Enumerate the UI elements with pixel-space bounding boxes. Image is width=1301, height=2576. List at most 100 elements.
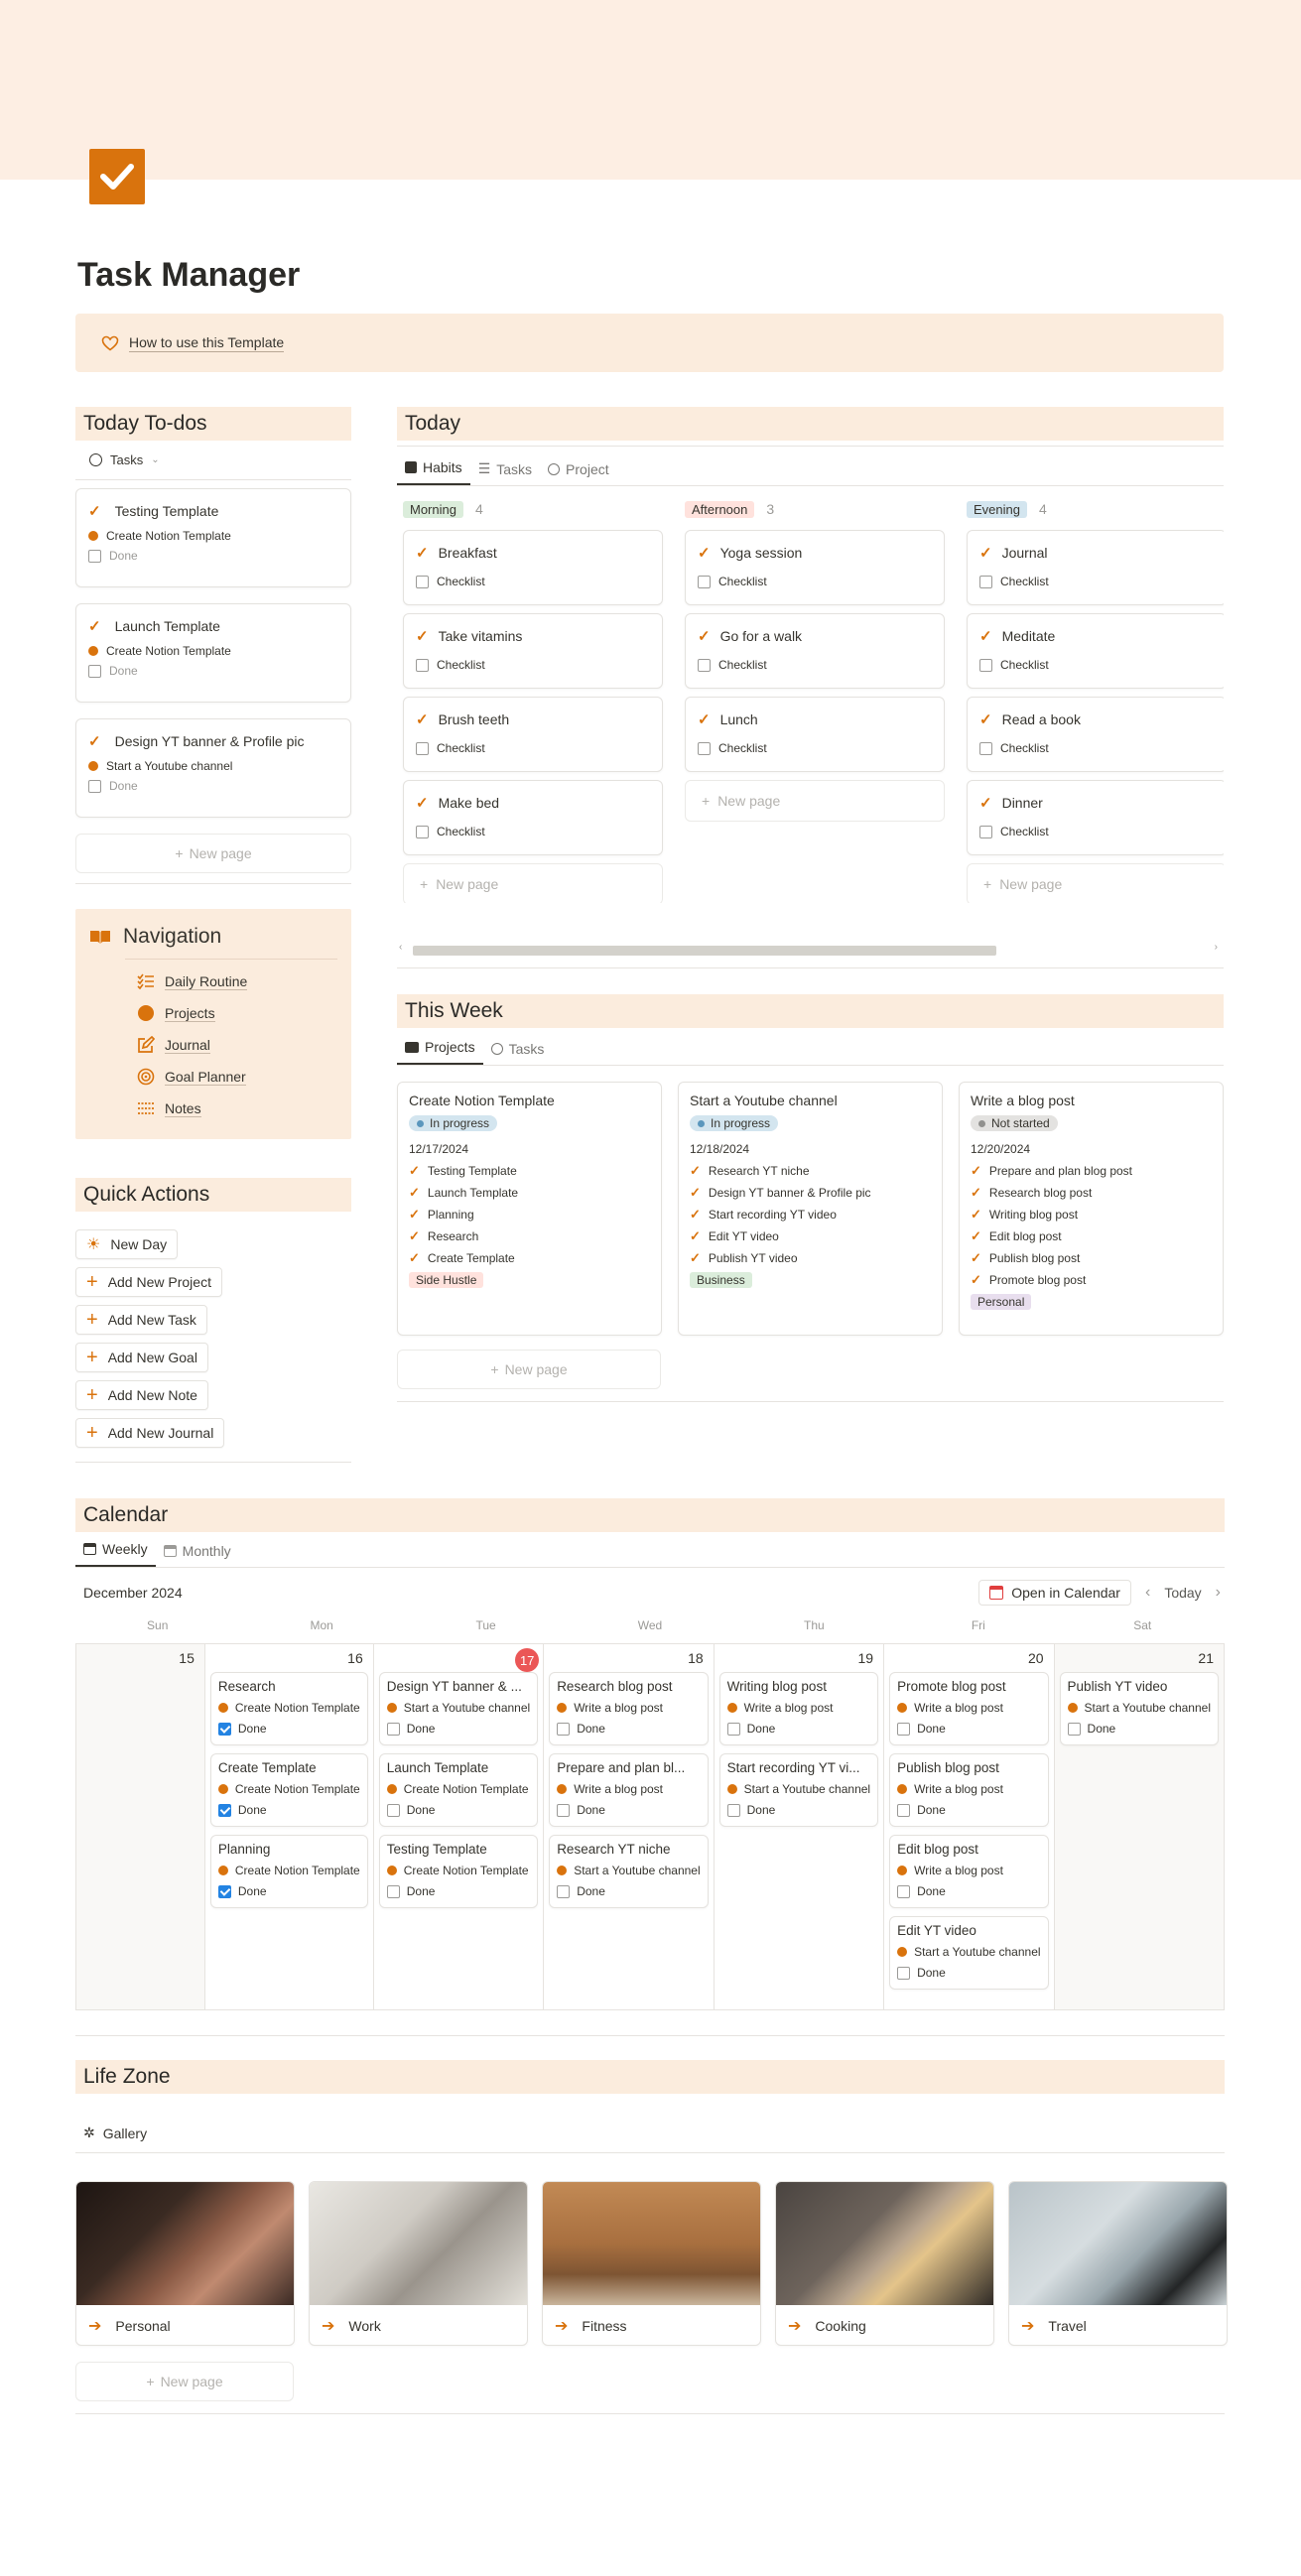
calendar-day-16[interactable]: 16 Research Create Notion Template Done Cr… bbox=[205, 1644, 374, 2009]
done-checkbox[interactable] bbox=[557, 1803, 571, 1817]
done-checkbox[interactable] bbox=[386, 1722, 400, 1736]
calendar-event[interactable]: Prepare and plan bl... Write a blog post… bbox=[549, 1753, 709, 1827]
done-checkbox[interactable] bbox=[217, 1884, 231, 1898]
today-button[interactable]: Today bbox=[1164, 1585, 1201, 1601]
habit-card[interactable]: ✓ Take vitamins Checklist bbox=[403, 613, 663, 689]
calendar-event[interactable]: Testing Template Create Notion Template … bbox=[378, 1835, 539, 1908]
project-card[interactable]: Create Notion Template In progress 12/17… bbox=[397, 1082, 662, 1336]
gallery-card-cooking[interactable]: ➔ Cooking bbox=[775, 2181, 994, 2346]
calendar-event[interactable]: Research blog post Write a blog post Don… bbox=[549, 1672, 709, 1745]
quick-action-new-day-button[interactable]: ☀ New Day bbox=[75, 1229, 179, 1259]
calendar-event[interactable]: Start recording YT vi... Start a Youtube… bbox=[718, 1753, 879, 1827]
done-checkbox[interactable] bbox=[897, 1803, 911, 1817]
quick-action-add-new-note-button[interactable]: + Add New Note bbox=[75, 1380, 208, 1410]
week-new-page-button[interactable]: + New page bbox=[397, 1350, 661, 1389]
gallery-card-fitness[interactable]: ➔ Fitness bbox=[542, 2181, 761, 2346]
quick-action-add-new-project-button[interactable]: + Add New Project bbox=[75, 1267, 222, 1297]
done-checkbox[interactable] bbox=[897, 1966, 911, 1980]
done-checkbox[interactable] bbox=[386, 1803, 400, 1817]
checklist-checkbox[interactable] bbox=[979, 658, 992, 672]
checklist-checkbox[interactable] bbox=[698, 741, 711, 755]
checklist-checkbox[interactable] bbox=[416, 575, 429, 588]
quick-action-add-new-task-button[interactable]: + Add New Task bbox=[75, 1305, 207, 1335]
done-checkbox[interactable] bbox=[897, 1722, 911, 1736]
habit-new-page-button[interactable]: + New page bbox=[403, 863, 663, 903]
project-card[interactable]: Write a blog post Not started 12/20/2024… bbox=[959, 1082, 1224, 1336]
gallery-card-travel[interactable]: ➔ Travel bbox=[1008, 2181, 1228, 2346]
next-week-icon[interactable]: › bbox=[1216, 1584, 1221, 1602]
habit-card[interactable]: ✓ Meditate Checklist bbox=[967, 613, 1224, 689]
done-checkbox[interactable] bbox=[386, 1884, 400, 1898]
done-checkbox[interactable] bbox=[217, 1803, 231, 1817]
checkmark-page-icon[interactable] bbox=[89, 149, 145, 204]
tab-project[interactable]: Project bbox=[540, 446, 617, 485]
done-checkbox[interactable] bbox=[557, 1884, 571, 1898]
habit-new-page-button[interactable]: + New page bbox=[685, 780, 945, 822]
nav-item-goal-planner[interactable]: Goal Planner bbox=[137, 1061, 337, 1093]
nav-item-daily-routine[interactable]: Daily Routine bbox=[137, 966, 337, 997]
done-checkbox[interactable] bbox=[726, 1722, 740, 1736]
quick-action-add-new-journal-button[interactable]: + Add New Journal bbox=[75, 1418, 225, 1448]
habit-card[interactable]: ✓ Dinner Checklist bbox=[967, 780, 1224, 855]
how-to-use-link[interactable]: How to use this Template bbox=[129, 333, 285, 352]
checklist-checkbox[interactable] bbox=[698, 575, 711, 588]
calendar-event[interactable]: Promote blog post Write a blog post Done bbox=[889, 1672, 1049, 1745]
calendar-event[interactable]: Edit blog post Write a blog post Done bbox=[889, 1835, 1049, 1908]
tab-monthly[interactable]: Monthly bbox=[156, 1527, 239, 1567]
habit-card[interactable]: ✓ Yoga session Checklist bbox=[685, 530, 945, 605]
done-checkbox[interactable] bbox=[88, 779, 101, 793]
todo-card[interactable]: ✓ Testing Template Create Notion Template… bbox=[75, 488, 351, 587]
calendar-event[interactable]: Planning Create Notion Template Done bbox=[209, 1835, 368, 1908]
tab-tasks[interactable]: Tasks bbox=[483, 1025, 553, 1065]
calendar-event[interactable]: Create Template Create Notion Template D… bbox=[209, 1753, 368, 1827]
checklist-checkbox[interactable] bbox=[698, 658, 711, 672]
calendar-day-17[interactable]: 17 Design YT banner & ... Start a Youtube… bbox=[374, 1644, 545, 2009]
checklist-checkbox[interactable] bbox=[416, 741, 429, 755]
calendar-event[interactable]: Publish YT video Start a Youtube channel… bbox=[1059, 1672, 1219, 1745]
calendar-day-20[interactable]: 20 Promote blog post Write a blog post Do… bbox=[884, 1644, 1055, 2009]
done-checkbox[interactable] bbox=[217, 1722, 231, 1736]
tab-tasks[interactable]: ☰ Tasks bbox=[470, 446, 540, 485]
horizontal-scrollbar[interactable]: ‹ › bbox=[397, 942, 1224, 958]
habit-card[interactable]: ✓ Lunch Checklist bbox=[685, 697, 945, 772]
quick-action-add-new-goal-button[interactable]: + Add New Goal bbox=[75, 1343, 208, 1372]
calendar-day-21[interactable]: 21 Publish YT video Start a Youtube chann… bbox=[1054, 1644, 1224, 2009]
checklist-checkbox[interactable] bbox=[416, 658, 429, 672]
gallery-card-work[interactable]: ➔ Work bbox=[309, 2181, 528, 2346]
calendar-event[interactable]: Design YT banner & ... Start a Youtube c… bbox=[378, 1672, 539, 1745]
habit-card[interactable]: ✓ Brush teeth Checklist bbox=[403, 697, 663, 772]
checklist-checkbox[interactable] bbox=[979, 741, 992, 755]
project-card[interactable]: Start a Youtube channel In progress 12/1… bbox=[678, 1082, 943, 1336]
calendar-event[interactable]: Publish blog post Write a blog post Done bbox=[889, 1753, 1049, 1827]
gallery-view-tab[interactable]: ✲ Gallery bbox=[75, 2114, 1225, 2153]
checklist-checkbox[interactable] bbox=[979, 825, 992, 838]
todo-card[interactable]: ✓ Launch Template Create Notion Template … bbox=[75, 603, 351, 703]
calendar-event[interactable]: Research YT niche Start a Youtube channe… bbox=[549, 1835, 709, 1908]
checklist-checkbox[interactable] bbox=[416, 825, 429, 838]
calendar-day-18[interactable]: 18 Research blog post Write a blog post D… bbox=[544, 1644, 715, 2009]
calendar-event[interactable]: Edit YT video Start a Youtube channel Do… bbox=[889, 1916, 1049, 1990]
todo-new-page-button[interactable]: + New page bbox=[75, 834, 351, 873]
habit-card[interactable]: ✓ Read a book Checklist bbox=[967, 697, 1224, 772]
done-checkbox[interactable] bbox=[726, 1803, 740, 1817]
nav-item-notes[interactable]: Notes bbox=[137, 1093, 337, 1124]
gallery-new-page-button[interactable]: + New page bbox=[75, 2362, 294, 2401]
habit-card[interactable]: ✓ Breakfast Checklist bbox=[403, 530, 663, 605]
habit-card[interactable]: ✓ Go for a walk Checklist bbox=[685, 613, 945, 689]
done-checkbox[interactable] bbox=[557, 1722, 571, 1736]
done-checkbox[interactable] bbox=[88, 664, 101, 678]
done-checkbox[interactable] bbox=[88, 549, 101, 563]
done-checkbox[interactable] bbox=[897, 1884, 911, 1898]
calendar-day-15[interactable]: 15 bbox=[76, 1644, 205, 2009]
gallery-card-personal[interactable]: ➔ Personal bbox=[75, 2181, 295, 2346]
habit-card[interactable]: ✓ Journal Checklist bbox=[967, 530, 1224, 605]
habit-card[interactable]: ✓ Make bed Checklist bbox=[403, 780, 663, 855]
tab-habits[interactable]: Habits bbox=[397, 446, 470, 485]
nav-item-projects[interactable]: Projects bbox=[137, 997, 337, 1029]
open-in-calendar-button[interactable]: Open in Calendar bbox=[978, 1580, 1131, 1606]
nav-item-journal[interactable]: Journal bbox=[137, 1029, 337, 1061]
calendar-day-19[interactable]: 19 Writing blog post Write a blog post Do… bbox=[715, 1644, 885, 2009]
todo-card[interactable]: ✓ Design YT banner & Profile pic Start a … bbox=[75, 718, 351, 818]
checklist-checkbox[interactable] bbox=[979, 575, 992, 588]
habit-new-page-button[interactable]: + New page bbox=[967, 863, 1224, 903]
